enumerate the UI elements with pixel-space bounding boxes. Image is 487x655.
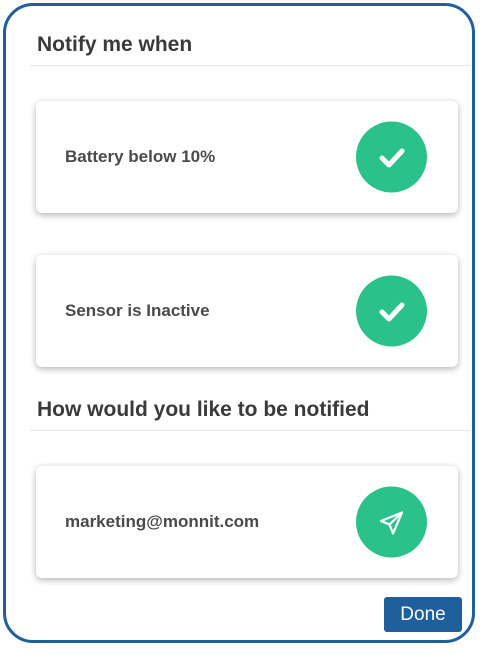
battery-alert-label: Battery below 10% [65, 147, 216, 166]
check-icon [379, 302, 404, 321]
method-section-title: How would you like to be notified [37, 398, 370, 421]
send-icon [379, 510, 403, 535]
battery-alert-card: Battery below 10% [36, 101, 458, 213]
done-button[interactable]: Done [384, 597, 462, 632]
email-method-label: marketing@monnit.com [65, 512, 260, 531]
notification-dialog: Notify me when Battery below 10% Sensor … [3, 3, 475, 643]
method-section-divider [30, 430, 470, 431]
email-method-card: marketing@monnit.com [36, 466, 458, 578]
battery-alert-toggle[interactable] [356, 121, 427, 193]
notify-section-divider [30, 65, 470, 66]
notify-section-title: Notify me when [37, 33, 193, 56]
check-icon [379, 148, 404, 167]
sensor-inactive-toggle[interactable] [356, 275, 427, 347]
sensor-inactive-card: Sensor is Inactive [36, 255, 458, 367]
sensor-inactive-label: Sensor is Inactive [65, 301, 210, 320]
email-send-button[interactable] [356, 486, 427, 558]
